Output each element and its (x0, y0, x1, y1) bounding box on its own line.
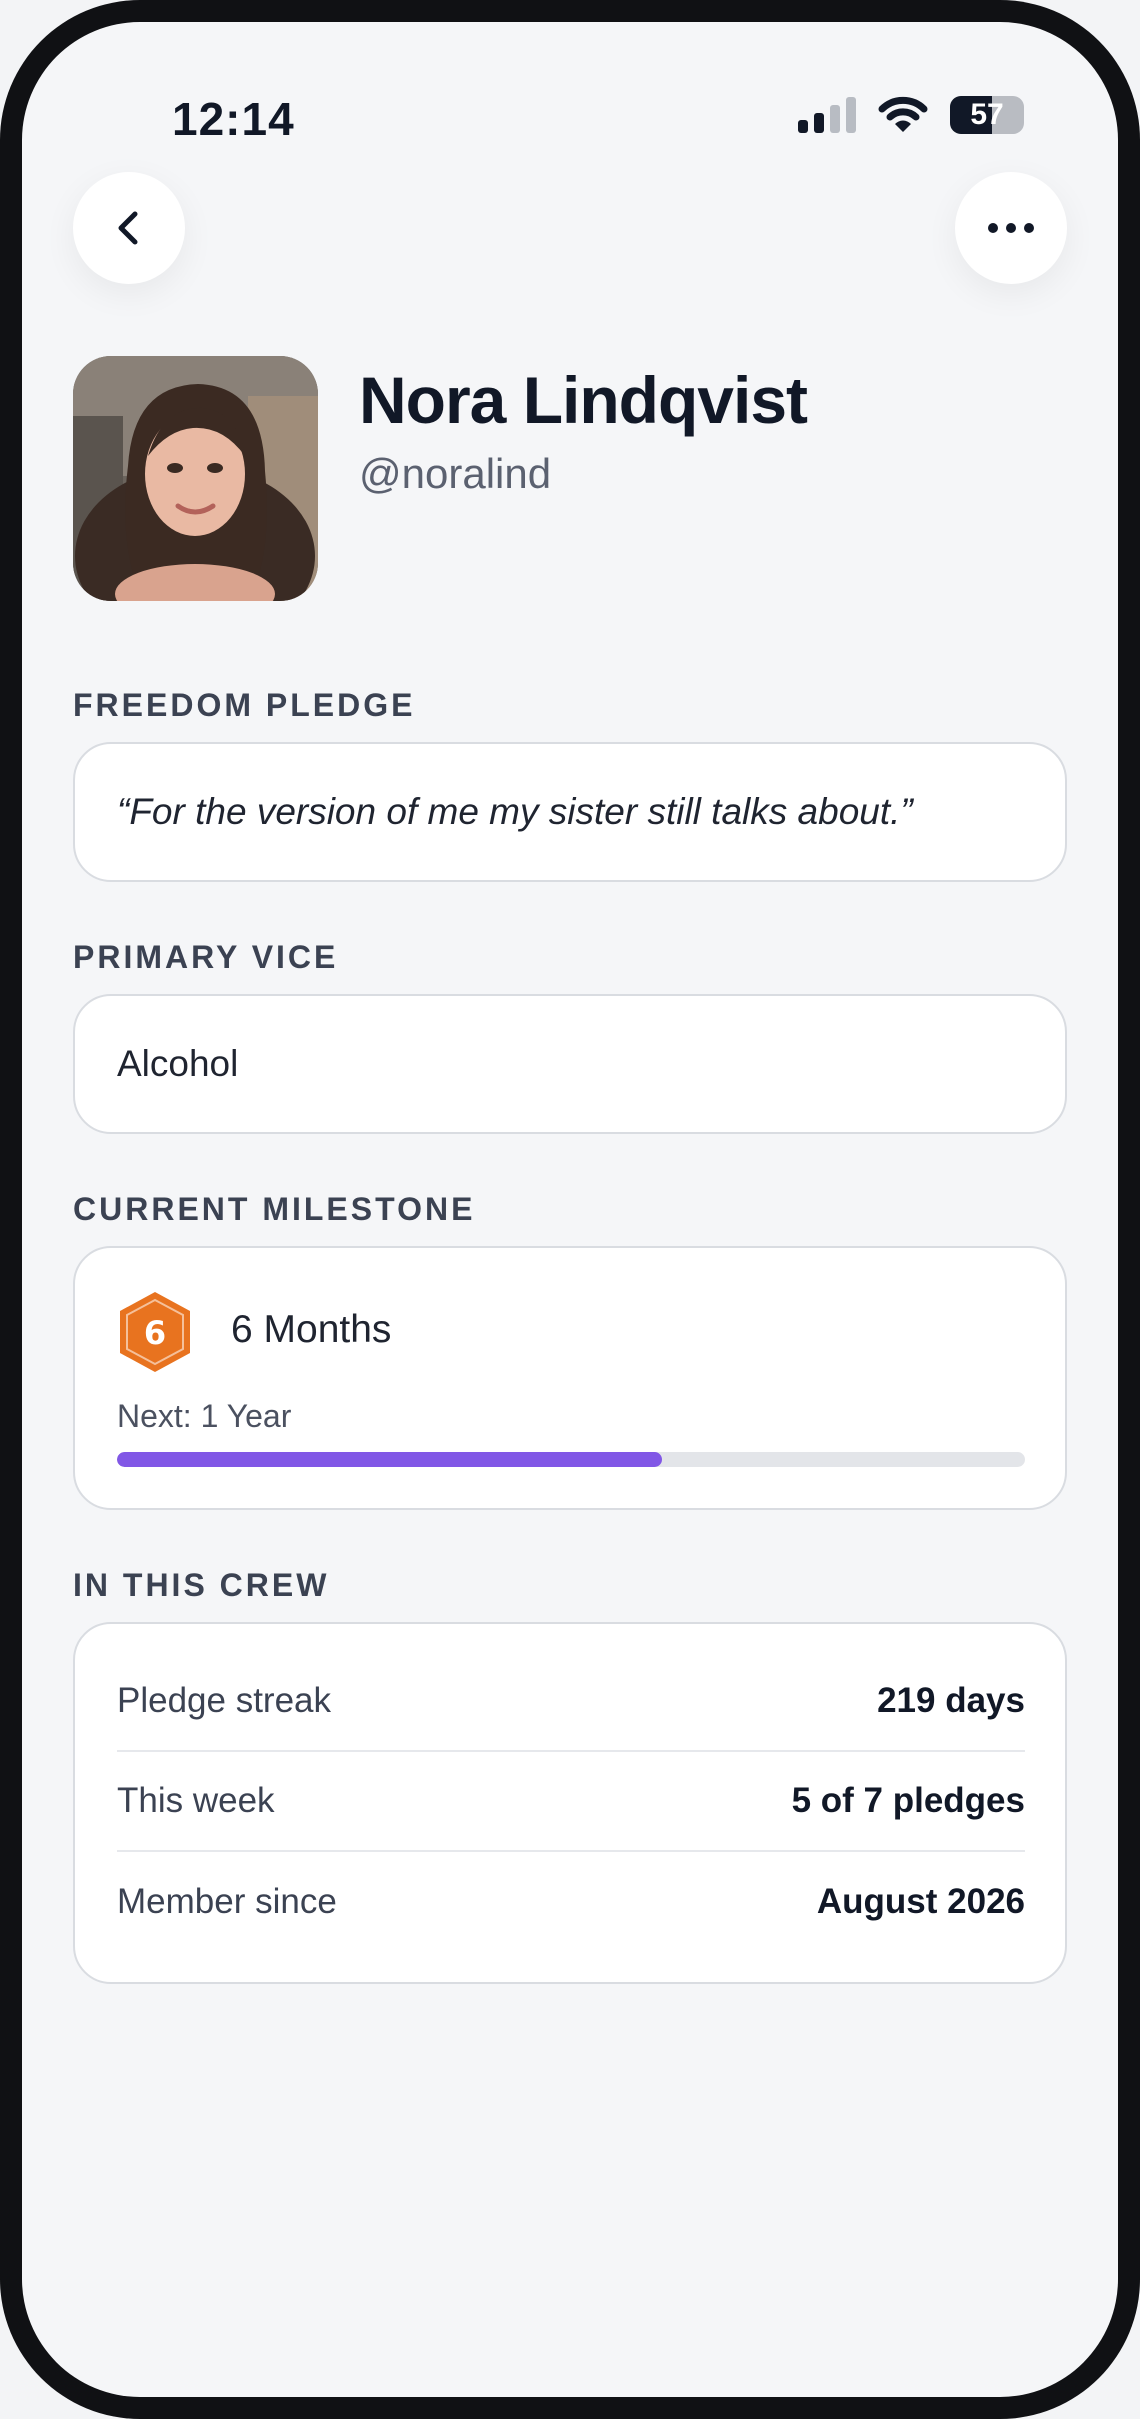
milestone-progress-fill (117, 1452, 662, 1467)
stat-row-pledge-streak: Pledge streak 219 days (117, 1652, 1025, 1752)
status-icons: 57 (798, 96, 1024, 134)
stat-value: 5 of 7 pledges (791, 1781, 1025, 1820)
in-this-crew-label: IN THIS CREW (73, 1567, 330, 1603)
stat-label: Pledge streak (117, 1681, 332, 1720)
milestone-progress-bar (117, 1452, 1025, 1467)
primary-vice-value: Alcohol (117, 1043, 239, 1084)
milestone-title: 6 Months (231, 1308, 392, 1351)
cellular-signal-icon (798, 97, 856, 133)
stat-row-member-since: Member since August 2026 (117, 1852, 1025, 1952)
stat-label: Member since (117, 1882, 337, 1921)
stat-label: This week (117, 1781, 275, 1820)
battery-level: 57 (970, 98, 1004, 131)
wifi-icon (878, 96, 928, 132)
freedom-pledge-text: “For the version of me my sister still t… (117, 791, 913, 832)
primary-vice-card: Alcohol (73, 994, 1067, 1134)
hexagon-badge-icon: 6 (120, 1292, 190, 1372)
profile-name: Nora Lindqvist (359, 363, 808, 437)
ellipsis-icon (988, 223, 1034, 233)
stat-row-this-week: This week 5 of 7 pledges (117, 1752, 1025, 1852)
more-options-button[interactable] (955, 172, 1067, 284)
avatar (73, 356, 318, 601)
current-milestone-label: CURRENT MILESTONE (73, 1191, 476, 1227)
freedom-pledge-label: FREEDOM PLEDGE (73, 687, 416, 723)
crew-stats-card: Pledge streak 219 days This week 5 of 7 … (73, 1622, 1067, 1984)
profile-handle: @noralind (359, 450, 552, 497)
chevron-left-icon (118, 211, 138, 245)
next-milestone-label: Next: 1 Year (117, 1398, 292, 1434)
back-button[interactable] (73, 172, 185, 284)
device-frame: 12:14 57 Nora Lindqvist @noralind FREEDO… (0, 0, 1140, 2419)
stat-value: August 2026 (816, 1882, 1025, 1921)
stat-value: 219 days (877, 1681, 1025, 1720)
freedom-pledge-card: “For the version of me my sister still t… (73, 742, 1067, 882)
badge-number: 6 (144, 1314, 166, 1352)
battery-icon: 57 (950, 96, 1024, 134)
primary-vice-label: PRIMARY VICE (73, 939, 339, 975)
current-milestone-card: 6 6 Months Next: 1 Year (73, 1246, 1067, 1510)
screen: 12:14 57 Nora Lindqvist @noralind FREEDO… (22, 22, 1118, 2397)
status-time: 12:14 (172, 93, 295, 145)
